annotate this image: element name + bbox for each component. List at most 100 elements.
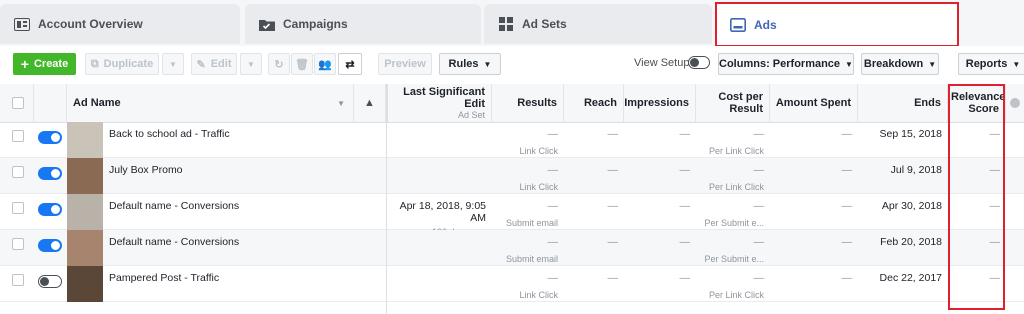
last-edit-cell [386,158,492,194]
ad-thumbnail[interactable] [67,194,103,230]
tab-account-overview[interactable]: Account Overview [0,4,240,44]
impressions-cell: — [679,236,691,248]
export-icon: ⇄ [345,58,355,71]
reach-cell: — [607,236,619,248]
column-amount-spent[interactable]: Amount Spent [770,84,858,122]
tab-label: Ads [754,17,777,32]
column-reach[interactable]: Reach [564,84,624,122]
results-cell: — Link Click [519,164,558,192]
column-last-edit[interactable]: Last Significant Edit Ad Set [386,84,492,122]
cost-per-result-cell: — Per Submit e... [704,200,764,228]
table-row[interactable]: Pampered Post - Traffic — Link Click — — — Per… [0,266,1024,302]
reach-cell: — [607,272,619,284]
caret-down-icon: ▼ [483,59,492,69]
ad-thumbnail[interactable] [67,230,103,266]
tab-bar: Account Overview Campaigns Ad Sets Ads [0,0,1024,47]
refresh-button[interactable]: ↻ [268,53,290,75]
export-button[interactable]: ⇄ [338,53,362,75]
cost-per-result-cell: — Per Link Click [708,272,764,300]
column-warnings[interactable]: ▲ [354,84,386,122]
ad-thumbnail[interactable] [67,158,103,194]
preview-button[interactable]: Preview [378,53,432,75]
ad-name-cell[interactable]: Default name - Conversions [109,194,349,230]
grid-icon [498,17,514,31]
amount-spent-cell: — [841,272,853,284]
row-checkbox[interactable] [12,130,24,142]
columns-button[interactable]: Columns: Performance ▼ [718,53,854,75]
column-cost-per-result[interactable]: Cost per Result [696,84,770,122]
tab-ad-sets[interactable]: Ad Sets [484,4,712,44]
caret-down-icon: ▼ [247,59,255,69]
rules-button[interactable]: Rules ▼ [439,53,501,75]
ad-name-cell[interactable]: Pampered Post - Traffic [109,266,349,302]
duplicate-button[interactable]: ⧉ Duplicate [85,53,159,75]
ad-name[interactable]: Default name - Conversions [109,236,239,248]
edit-dropdown-button[interactable]: ▼ [240,53,262,75]
toggle-column-header [34,84,67,122]
row-checkbox[interactable] [12,166,24,178]
caret-down-icon: ▼ [928,59,937,69]
last-edit-cell [386,230,492,266]
ad-name-cell[interactable]: July Box Promo [109,158,349,194]
ad-status-toggle[interactable] [38,203,62,216]
impressions-cell: — [679,200,691,212]
table-row[interactable]: Default name - Conversions Apr 18, 2018, … [0,194,1024,237]
tab-campaigns[interactable]: Campaigns [245,4,481,44]
people-icon: 👥 [318,58,332,71]
ad-name[interactable]: Back to school ad - Traffic [109,128,230,140]
trash-icon: 🗑 [295,58,309,71]
delete-button[interactable]: 🗑 [291,53,313,75]
ad-name[interactable]: Pampered Post - Traffic [109,272,219,284]
warning-icon: ▲ [364,97,375,109]
view-setup-label: View Setup [634,57,690,69]
tab-label: Campaigns [283,17,348,31]
impressions-cell: — [679,272,691,284]
ad-name-cell[interactable]: Default name - Conversions [109,230,349,266]
cost-per-result-cell: — Per Link Click [708,164,764,192]
duplicate-dropdown-button[interactable]: ▼ [162,53,184,75]
account-overview-icon [14,17,30,31]
add-column-cell [1006,84,1024,122]
select-all-checkbox[interactable] [12,97,24,109]
row-checkbox[interactable] [12,274,24,286]
add-column-icon[interactable] [1010,98,1020,108]
column-results[interactable]: Results [492,84,564,122]
row-checkbox[interactable] [12,202,24,214]
view-setup-toggle[interactable] [688,56,710,69]
ad-thumbnail[interactable] [67,266,103,302]
reach-cell: — [607,200,619,212]
ad-name[interactable]: Default name - Conversions [109,200,239,212]
table-row[interactable]: Back to school ad - Traffic — Link Click — —… [0,122,1024,158]
amount-spent-cell: — [841,236,853,248]
ad-thumbnail[interactable] [67,122,103,158]
reports-button[interactable]: Reports ▼ [958,53,1024,75]
results-cell: — Submit email [505,200,558,228]
create-button[interactable]: + Create [13,53,76,75]
impressions-cell: — [679,164,691,176]
folder-check-icon [259,17,275,31]
table-row[interactable]: Default name - Conversions — Submit email —… [0,230,1024,266]
refresh-icon: ↻ [274,58,284,71]
ad-icon [730,17,746,32]
row-checkbox[interactable] [12,238,24,250]
impressions-cell: — [679,128,691,140]
ad-status-toggle[interactable] [38,167,62,180]
results-cell: — Link Click [519,128,558,156]
ad-status-toggle[interactable] [38,131,62,144]
column-ad-name[interactable]: Ad Name ▼ [67,84,354,122]
edit-button[interactable]: ✎ Edit [191,53,237,75]
column-impressions[interactable]: Impressions [624,84,696,122]
ad-name[interactable]: July Box Promo [109,164,183,176]
amount-spent-cell: — [841,200,853,212]
relevance-score-highlight [948,84,1005,310]
duplicate-icon: ⧉ [90,57,99,70]
column-ends[interactable]: Ends [858,84,948,122]
breakdown-button[interactable]: Breakdown ▼ [861,53,939,75]
tab-ads[interactable]: Ads [715,2,959,47]
ad-status-toggle[interactable] [38,239,62,252]
ad-name-cell[interactable]: Back to school ad - Traffic [109,122,349,158]
ad-status-toggle[interactable] [38,275,62,288]
table-row[interactable]: July Box Promo — Link Click — — — Per Link Cli… [0,158,1024,194]
results-cell: — Link Click [519,272,558,300]
share-button[interactable]: 👥 [314,53,336,75]
